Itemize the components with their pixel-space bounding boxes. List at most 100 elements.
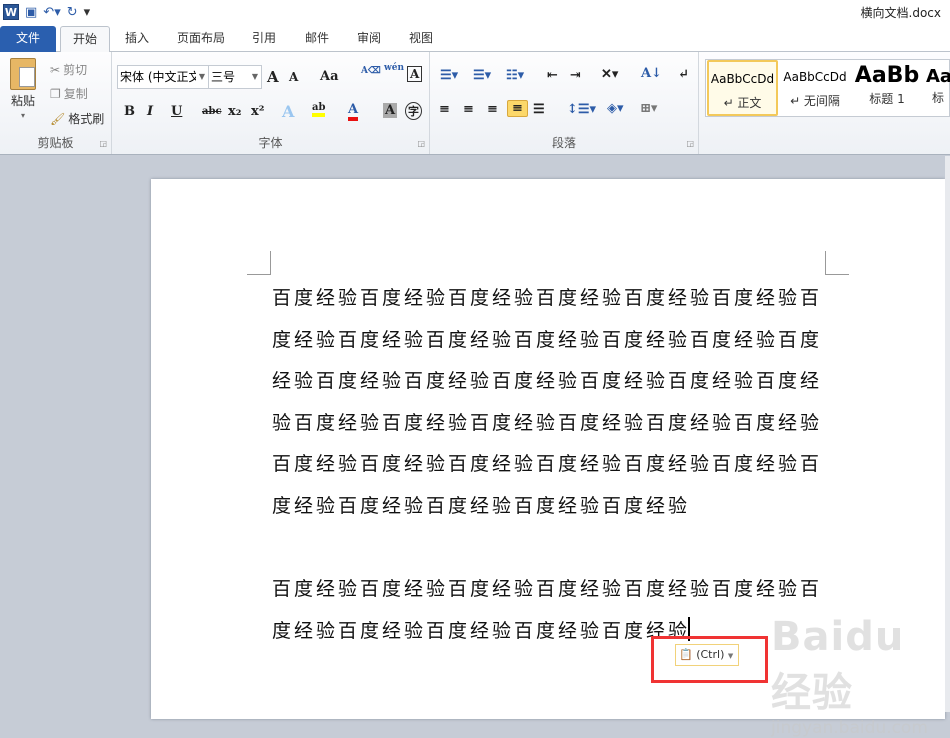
superscript-icon[interactable]: x² (251, 104, 264, 119)
character-shading-icon[interactable]: A (383, 103, 398, 118)
crop-mark (247, 251, 271, 275)
paragraph-group-label: 段落 (551, 136, 576, 150)
distributed-icon[interactable]: ☰ (533, 102, 545, 117)
baidu-watermark: Baidu经验 jingyan.baidu.com (771, 614, 945, 738)
style-preview: AaBb (854, 63, 920, 88)
character-border-icon[interactable]: A (407, 66, 423, 82)
word-logo-icon[interactable]: W (3, 4, 19, 20)
text-line: 度经验百度经验百度经验百度经验百度经验百度经验百度 (272, 328, 823, 351)
phonetic-guide-icon[interactable]: wén (384, 63, 404, 73)
style-no-spacing[interactable]: AaBbCcDd ↵ 无间隔 (780, 60, 850, 116)
brush-icon: 🖌 (50, 111, 66, 126)
paste-icon (10, 58, 36, 90)
redo-icon[interactable]: ↻ (67, 5, 78, 20)
clear-format-icon[interactable]: A⌫ (361, 66, 381, 76)
document-area: 百度经验百度经验百度经验百度经验百度经验百度经验百 度经验百度经验百度经验百度经… (0, 156, 945, 738)
bold-icon[interactable]: B (124, 104, 135, 119)
font-size-select[interactable]: 三号 ▼ (208, 65, 262, 89)
sort-icon[interactable]: A↓ (641, 66, 662, 81)
crop-mark (825, 251, 849, 275)
text-line: 百度经验百度经验百度经验百度经验百度经验百度经验百 (272, 287, 823, 309)
watermark-url: jingyan.baidu.com (771, 718, 928, 738)
cut-button[interactable]: ✂ 剪切 (50, 61, 87, 78)
numbering-icon[interactable]: ☰▾ (473, 68, 491, 83)
style-heading-2[interactable]: Aa 标 (926, 60, 950, 116)
bullets-icon[interactable]: ☰▾ (440, 68, 458, 83)
increase-indent-icon[interactable]: ⇥ (570, 68, 581, 83)
quick-access-toolbar: W ▣ ↶▾ ↻ ▾ 横向文档.docx (0, 0, 950, 24)
tab-file[interactable]: 文件 (0, 26, 56, 52)
style-preview: AaBbCcDd (783, 70, 847, 84)
justify-icon[interactable]: ≡ (507, 100, 528, 117)
paste-button[interactable]: 粘贴 ▾ (10, 58, 36, 120)
text-line: 度经验百度经验百度经验百度经验百度经验 (272, 494, 691, 517)
grow-font-icon[interactable]: A (267, 68, 279, 86)
style-name: 标 (931, 91, 944, 105)
decrease-indent-icon[interactable]: ⇤ (547, 68, 558, 83)
line-spacing-icon[interactable]: ↕☰▾ (567, 102, 596, 117)
font-group: 宋体 (中文正文 ▼ 三号 ▼ A A Aa A⌫ wén A B I U abc … (112, 52, 430, 154)
tab-mailings[interactable]: 邮件 (297, 26, 337, 52)
chevron-down-icon: ▼ (251, 72, 258, 81)
document-text[interactable]: 百度经验百度经验百度经验百度经验百度经验百度经验百 度经验百度经验百度经验百度经… (272, 284, 852, 658)
style-name: 标题 1 (869, 92, 905, 106)
change-case-icon[interactable]: Aa (320, 69, 339, 84)
enclose-characters-icon[interactable]: 字 (405, 102, 422, 120)
window-title: 横向文档.docx (860, 6, 941, 20)
format-painter-button[interactable]: 🖌 格式刷 (50, 110, 104, 127)
style-heading-1[interactable]: AaBb 标题 1 (853, 60, 921, 116)
chinese-layout-icon[interactable]: ✕▾ (601, 67, 618, 82)
highlight-icon[interactable]: ab (312, 102, 326, 117)
font-size-value: 三号 (211, 70, 236, 84)
ribbon: 粘贴 ▾ ✂ 剪切 ❐ 复制 🖌 格式刷 剪贴板 ◲ 宋体 (中文正文 ▼ 三号 ▼ A … (0, 52, 950, 155)
text-line: 百度经验百度经验百度经验百度经验百度经验百度经验百 (272, 453, 823, 476)
customize-icon[interactable]: ▾ (84, 5, 91, 20)
style-normal[interactable]: AaBbCcDd ↵ 正文 (707, 60, 778, 116)
text-line: 经验百度经验百度经验百度经验百度经验百度经验百度经 (272, 370, 823, 393)
borders-icon[interactable]: ⊞▾ (640, 101, 657, 116)
dialog-launcher-icon[interactable]: ◲ (99, 139, 107, 148)
document-page[interactable]: 百度经验百度经验百度经验百度经验百度经验百度经验百 度经验百度经验百度经验百度经… (151, 179, 945, 738)
show-marks-icon[interactable]: ↵ (678, 67, 689, 82)
tab-review[interactable]: 审阅 (349, 26, 389, 52)
vertical-scrollbar[interactable] (945, 156, 950, 712)
format-painter-label: 格式刷 (68, 112, 105, 126)
multilevel-list-icon[interactable]: ☷▾ (506, 68, 524, 83)
font-color-icon[interactable]: A (348, 102, 359, 121)
save-icon[interactable]: ▣ (25, 5, 37, 20)
chevron-down-icon: ▼ (198, 72, 205, 81)
paste-dropdown-icon[interactable]: ▾ (21, 111, 25, 120)
text-effects-icon[interactable]: A (282, 102, 294, 121)
copy-button[interactable]: ❐ 复制 (50, 85, 88, 102)
align-left-icon[interactable]: ≡ (439, 102, 450, 117)
paste-label: 粘贴 (10, 94, 35, 108)
align-center-icon[interactable]: ≡ (463, 102, 474, 117)
italic-icon[interactable]: I (147, 104, 153, 119)
clipboard-group-label: 剪贴板 (37, 136, 74, 150)
strikethrough-icon[interactable]: abc (202, 106, 222, 117)
shrink-font-icon[interactable]: A (289, 70, 298, 84)
style-preview: Aa (926, 66, 950, 87)
font-name-value: 宋体 (中文正文 (120, 70, 196, 84)
underline-icon[interactable]: U (171, 104, 182, 119)
text-line-content: 度经验百度经验百度经验百度经验百度经验 (272, 619, 691, 642)
align-right-icon[interactable]: ≡ (487, 102, 498, 117)
cut-label: 剪切 (63, 63, 88, 77)
dialog-launcher-icon[interactable]: ◲ (686, 139, 694, 148)
tab-view[interactable]: 视图 (401, 26, 441, 52)
shading-icon[interactable]: ◈▾ (607, 101, 624, 116)
ribbon-tabs: 文件 开始 插入 页面布局 引用 邮件 审阅 视图 (0, 24, 950, 53)
paragraph-group: ☰▾ ☰▾ ☷▾ ⇤ ⇥ ✕▾ A↓ ↵ ≡ ≡ ≡ ≡ ☰ ↕☰▾ ◈▾ ⊞▾… (430, 52, 699, 154)
tab-home[interactable]: 开始 (60, 26, 110, 53)
scissors-icon: ✂ (50, 62, 61, 77)
tab-insert[interactable]: 插入 (115, 26, 159, 52)
tab-page-layout[interactable]: 页面布局 (170, 26, 232, 52)
subscript-icon[interactable]: x₂ (228, 104, 241, 119)
clipboard-group: 粘贴 ▾ ✂ 剪切 ❐ 复制 🖌 格式刷 剪贴板 ◲ (0, 52, 112, 154)
tab-references[interactable]: 引用 (244, 26, 284, 52)
undo-icon[interactable]: ↶▾ (43, 5, 60, 20)
style-name: ↵ 正文 (723, 96, 762, 110)
dialog-launcher-icon[interactable]: ◲ (417, 139, 425, 148)
font-name-select[interactable]: 宋体 (中文正文 ▼ (117, 65, 209, 89)
styles-gallery: AaBbCcDd ↵ 正文 AaBbCcDd ↵ 无间隔 AaBb 标题 1 Aa 标 (705, 59, 950, 117)
